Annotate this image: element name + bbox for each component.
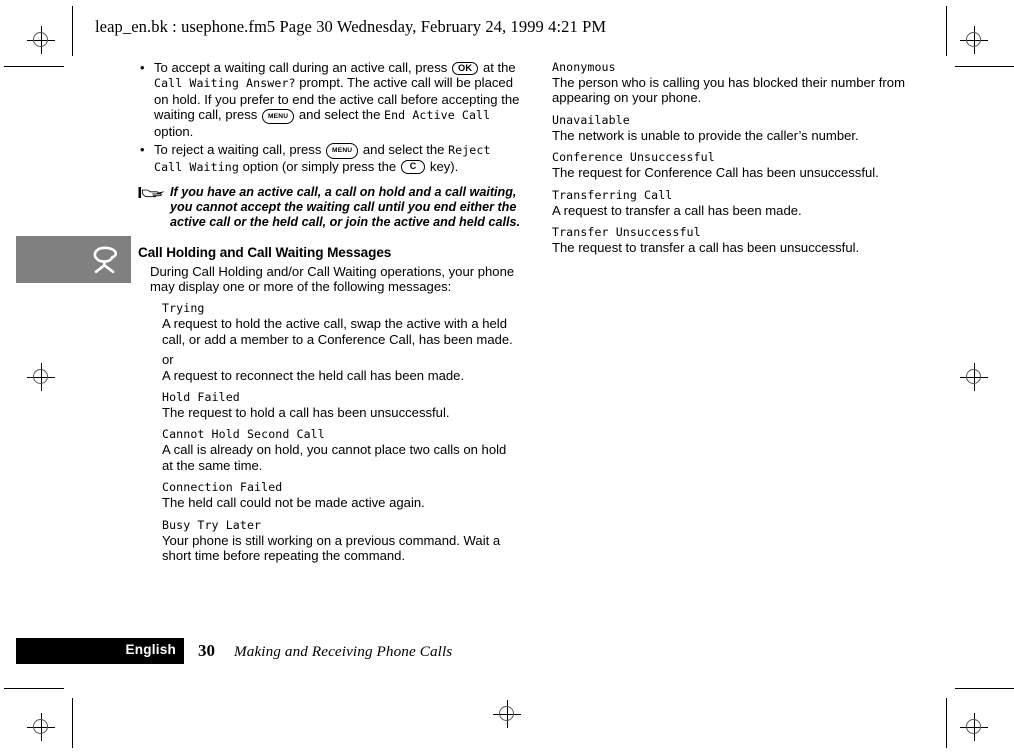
left-column: • To accept a waiting call during an act… [138,60,520,564]
call-holding-message-list: Trying A request to hold the active call… [162,301,520,563]
page-title: Call Holding and Call Waiting Messages [138,244,392,260]
note-text: If you have an active call, a call on ho… [170,185,520,230]
list-item: Connection Failed The held call could no… [162,480,520,510]
caller-id-message-list: Anonymous The person who is calling you … [552,60,932,255]
registration-mark-bottom-left [27,713,55,741]
message-term: Unavailable [552,112,630,127]
message-term: Conference Unsuccessful [552,150,715,165]
running-header: leap_en.bk : usephone.fm5 Page 30 Wednes… [95,17,607,36]
page-frame-rule-right-top [946,6,947,56]
message-definition: The held call could not be made active a… [162,495,425,511]
lcd-text: Call Waiting Answer? [154,76,296,91]
bullet-dot: • [140,60,145,75]
message-term: Hold Failed [162,390,240,405]
message-definition: The request to hold a call has been unsu… [162,405,450,421]
list-item: Unavailable The network is unable to pro… [552,113,932,143]
message-definition: The network is unable to provide the cal… [552,127,859,143]
registration-mark-top-right [960,26,988,54]
call-waiting-bullet-list: • To accept a waiting call during an act… [138,60,520,175]
registration-mark-bottom-right [960,713,988,741]
message-term: Anonymous [552,60,616,74]
message-term: Trying [162,301,205,316]
message-definition: A request to transfer a call has been ma… [552,202,802,218]
page-content: • To accept a waiting call during an act… [0,60,1014,620]
list-item: Conference Unsuccessful The request for … [552,150,932,180]
message-definition: The request to transfer a call has been … [552,240,860,256]
registration-mark-bottom-center [493,700,521,728]
menu-key-icon: MENU [261,108,295,125]
message-term: Transferring Call [552,187,673,202]
message-term: Connection Failed [162,480,283,495]
footer-chapter-title: Making and Receiving Phone Calls [234,643,453,660]
registration-mark-top-left [27,26,55,54]
menu-key-icon: MENU [326,143,359,159]
list-item: Cannot Hold Second Call A call is alread… [162,427,520,473]
message-definition: The person who is calling you has blocke… [552,75,905,106]
crop-line-bottom-left-h [4,688,64,689]
message-definition: A request to hold the active call, swap … [162,316,513,347]
message-definition: A call is already on hold, you cannot pl… [162,442,507,473]
ok-key-icon: OK [451,61,479,75]
page-frame-rule-left-top [72,6,73,56]
message-definition: Your phone is still working on a previou… [162,532,501,564]
message-definition: The request for Conference Call has been… [552,165,879,181]
pointing-hand-icon [138,187,165,199]
list-item: Trying A request to hold the active call… [162,301,520,383]
crop-line-bottom-right-h [955,688,1014,689]
message-definition-alt: A request to reconnect the held call has… [162,367,465,383]
language-bar: English [16,638,184,664]
clear-key-icon: C [400,160,426,174]
lcd-text: End Active Call [384,108,491,123]
section-intro-text: During Call Holding and/or Call Waiting … [150,263,515,295]
bullet-dot: • [140,141,145,157]
page-frame-rule-right-bottom [946,698,947,748]
list-item: Anonymous The person who is calling you … [552,60,932,106]
message-term: Busy Try Later [162,517,262,532]
message-or-label: or [162,352,174,368]
list-item: • To accept a waiting call during an act… [138,60,520,140]
note-block: If you have an active call, a call on ho… [138,185,520,231]
bullet-text-reject: To reject a waiting call, press MENU and… [154,141,491,174]
list-item: Transfer Unsuccessful The request to tra… [552,225,932,255]
page-footer: English 30 Making and Receiving Phone Ca… [0,638,1014,666]
bullet-text-accept: To accept a waiting call during an activ… [154,60,520,140]
list-item: Transferring Call A request to transfer … [552,188,932,218]
list-item: Busy Try Later Your phone is still worki… [162,518,520,564]
message-term: Transfer Unsuccessful [552,225,701,240]
page-frame-rule-left-bottom [72,698,73,748]
list-item: Hold Failed The request to hold a call h… [162,390,520,420]
right-column: Anonymous The person who is calling you … [552,60,932,255]
footer-language-label: English [125,642,176,657]
list-item: • To reject a waiting call, press MENU a… [138,142,520,175]
footer-page-number: 30 [198,641,215,660]
message-term: Cannot Hold Second Call [162,427,325,442]
